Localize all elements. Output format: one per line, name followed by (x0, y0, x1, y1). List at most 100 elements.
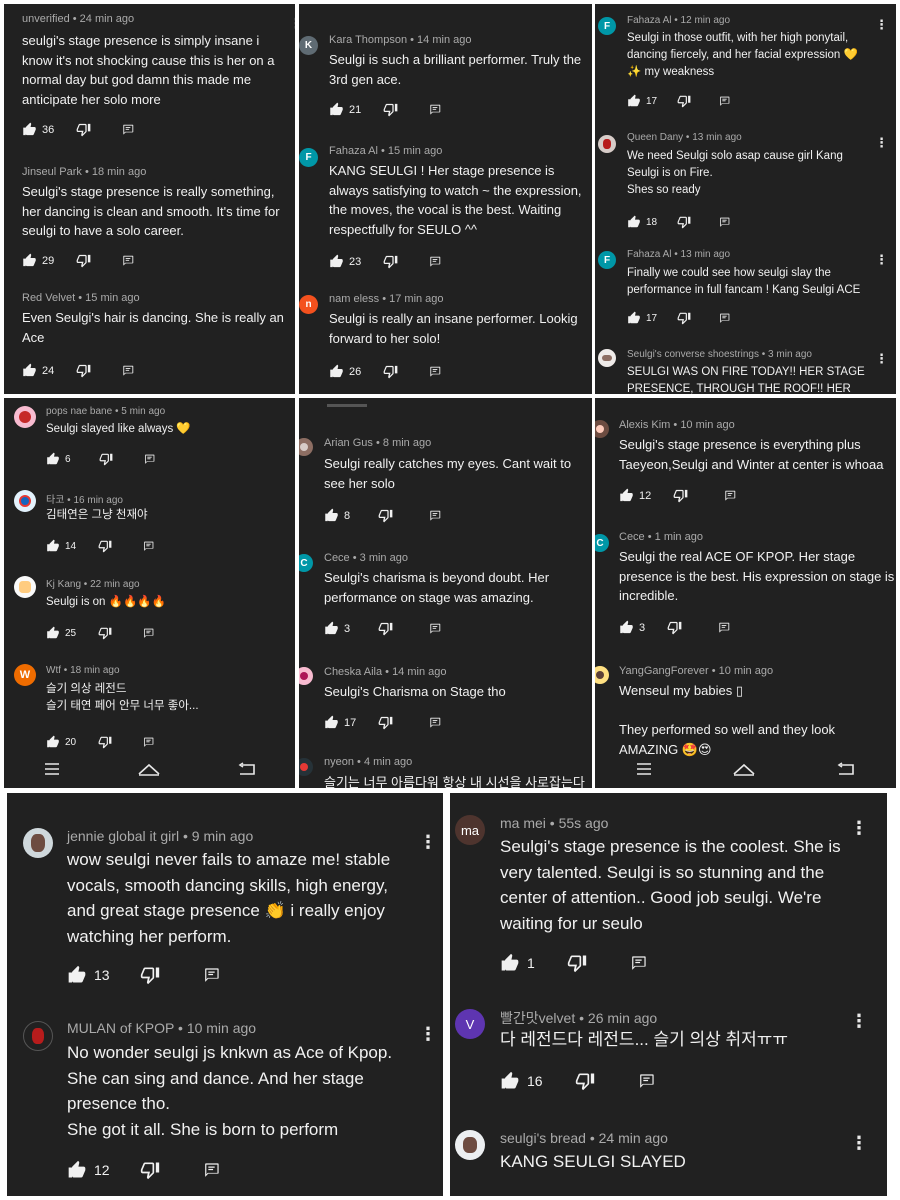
kebab-menu-icon[interactable]: ⋮ (875, 352, 888, 365)
comment-author[interactable]: Kj Kang (46, 579, 81, 590)
avatar[interactable]: n (299, 295, 318, 314)
home-icon[interactable] (733, 762, 756, 781)
recent-apps-icon[interactable] (635, 762, 653, 781)
reply-icon[interactable] (723, 489, 737, 503)
thumbs-down-icon[interactable] (378, 621, 393, 636)
like-button[interactable]: 17 (627, 94, 657, 108)
thumbs-down-icon[interactable] (76, 122, 91, 137)
thumbs-down-icon[interactable] (677, 311, 691, 325)
like-button[interactable]: 21 (329, 102, 361, 117)
comment-author[interactable]: Arian Gus (324, 437, 373, 449)
thumbs-down-icon[interactable] (383, 254, 398, 269)
recent-apps-icon[interactable] (43, 762, 61, 781)
thumbs-down-icon[interactable] (99, 452, 113, 466)
comment-author[interactable]: Fahaza Al (627, 249, 671, 260)
kebab-menu-icon[interactable]: ⋮ (419, 833, 437, 851)
avatar[interactable] (598, 349, 616, 367)
thumbs-down-icon[interactable] (567, 953, 587, 973)
avatar[interactable]: F (598, 17, 616, 35)
comment-author[interactable]: unverified (22, 13, 70, 25)
reply-icon[interactable] (718, 95, 731, 108)
avatar[interactable]: F (598, 251, 616, 269)
reply-icon[interactable] (629, 954, 648, 973)
like-button[interactable]: 6 (46, 452, 71, 466)
thumbs-down-icon[interactable] (98, 626, 112, 640)
like-button[interactable]: 26 (329, 364, 361, 379)
reply-icon[interactable] (718, 216, 731, 229)
reply-icon[interactable] (143, 453, 156, 466)
reply-icon[interactable] (202, 1161, 221, 1180)
kebab-menu-icon[interactable]: ⋮ (289, 16, 295, 30)
avatar[interactable]: K (299, 36, 318, 55)
reply-icon[interactable] (142, 540, 155, 553)
like-button[interactable]: 29 (22, 253, 54, 268)
comment-author[interactable]: Red Velvet (22, 292, 75, 304)
reply-icon[interactable] (121, 123, 135, 137)
reply-icon[interactable] (428, 716, 442, 730)
reply-icon[interactable] (717, 621, 731, 635)
thumbs-down-icon[interactable] (140, 1160, 160, 1180)
reply-icon[interactable] (428, 365, 442, 379)
thumbs-down-icon[interactable] (383, 102, 398, 117)
kebab-menu-icon[interactable]: ⋮ (875, 136, 888, 149)
like-button[interactable]: 14 (46, 539, 76, 553)
reply-icon[interactable] (202, 966, 221, 985)
thumbs-down-icon[interactable] (378, 508, 393, 523)
comment-author[interactable]: Wtf (46, 665, 61, 676)
thumbs-down-icon[interactable] (575, 1071, 595, 1091)
comment-author[interactable]: YangGangForever (619, 665, 709, 677)
thumbs-down-icon[interactable] (140, 965, 160, 985)
avatar[interactable] (23, 828, 53, 858)
comment-author[interactable]: Seulgi's converse shoestrings (627, 349, 759, 360)
reply-icon[interactable] (428, 103, 442, 117)
avatar[interactable] (299, 438, 313, 456)
like-button[interactable]: 16 (500, 1071, 543, 1091)
avatar[interactable] (23, 1021, 53, 1051)
comment-author[interactable]: 빨간맛velvet (500, 1010, 575, 1026)
thumbs-down-icon[interactable] (76, 363, 91, 378)
reply-icon[interactable] (637, 1072, 656, 1091)
reply-icon[interactable] (142, 627, 155, 640)
home-icon[interactable] (137, 762, 160, 781)
thumbs-down-icon[interactable] (98, 735, 112, 749)
reply-icon[interactable] (428, 622, 442, 636)
avatar[interactable]: V (455, 1009, 485, 1039)
avatar[interactable] (595, 666, 609, 684)
like-button[interactable]: 24 (22, 363, 54, 378)
avatar[interactable] (14, 406, 36, 428)
thumbs-down-icon[interactable] (667, 620, 682, 635)
comment-author[interactable]: nyeon (324, 756, 354, 768)
like-button[interactable]: 18 (627, 215, 657, 229)
avatar[interactable]: F (299, 148, 318, 167)
reply-icon[interactable] (428, 255, 442, 269)
comment-author[interactable]: seulgi's bread (500, 1130, 586, 1146)
reply-icon[interactable] (142, 736, 155, 749)
comment-author[interactable]: pops nae bane (46, 406, 112, 417)
like-button[interactable]: 12 (67, 1160, 110, 1180)
like-button[interactable]: 17 (324, 715, 356, 730)
like-button[interactable]: 23 (329, 254, 361, 269)
comment-author[interactable]: Queen Dany (627, 132, 683, 143)
comment-author[interactable]: Cece (619, 531, 645, 543)
avatar[interactable]: W (14, 664, 36, 686)
avatar[interactable] (598, 135, 616, 153)
avatar[interactable] (455, 1130, 485, 1160)
comment-author[interactable]: ma mei (500, 815, 546, 831)
like-button[interactable]: 13 (67, 965, 110, 985)
comment-author[interactable]: jennie global it girl (67, 828, 179, 844)
reply-icon[interactable] (121, 364, 135, 378)
like-button[interactable]: 20 (46, 735, 76, 749)
avatar[interactable]: C (299, 554, 313, 572)
like-button[interactable]: 1 (500, 953, 535, 973)
thumbs-down-icon[interactable] (673, 488, 688, 503)
like-button[interactable]: 3 (324, 621, 350, 636)
avatar[interactable]: C (595, 534, 609, 552)
back-icon[interactable] (237, 761, 257, 781)
avatar[interactable] (14, 576, 36, 598)
like-button[interactable]: 8 (324, 508, 350, 523)
like-button[interactable]: 12 (619, 488, 651, 503)
thumbs-down-icon[interactable] (677, 215, 691, 229)
like-button[interactable]: 25 (46, 626, 76, 640)
kebab-menu-icon[interactable]: ⋮ (419, 1025, 437, 1043)
reply-icon[interactable] (718, 312, 731, 325)
